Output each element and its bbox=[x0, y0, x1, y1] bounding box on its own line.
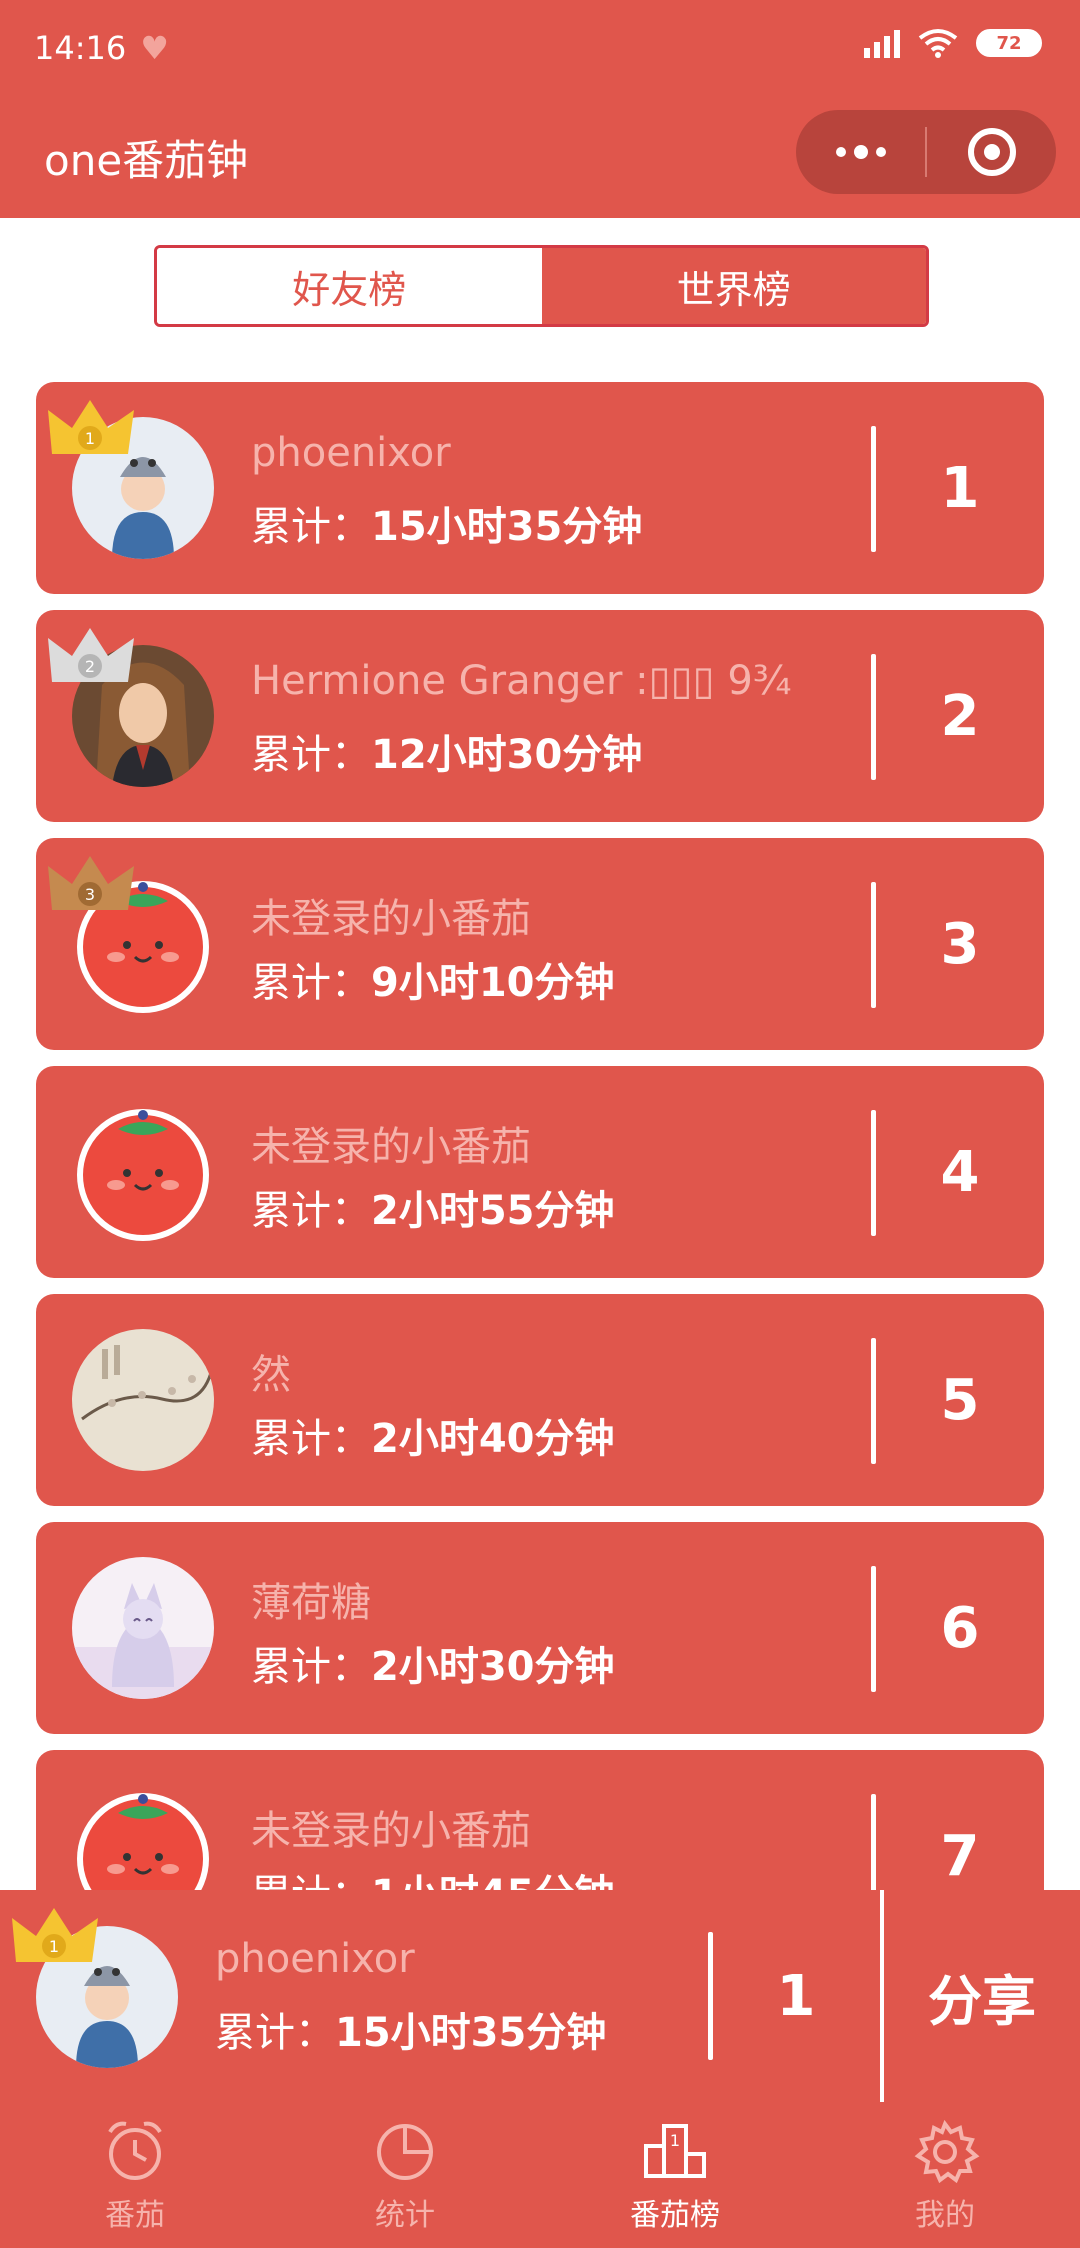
user-total: 累计：12小时30分钟 bbox=[251, 732, 643, 778]
target-icon bbox=[967, 128, 1016, 176]
more-button[interactable] bbox=[796, 110, 925, 194]
rank-number: 4 bbox=[940, 1139, 980, 1205]
user-total: 累计：1小时45分钟 bbox=[251, 1862, 615, 1890]
avatar bbox=[72, 1329, 214, 1471]
status-time: 14:16 bbox=[34, 29, 127, 67]
rank-number: 1 bbox=[940, 455, 980, 521]
tab-friends[interactable]: 好友榜 bbox=[157, 248, 542, 324]
svg-text:2: 2 bbox=[85, 657, 95, 676]
svg-text:1: 1 bbox=[49, 1937, 59, 1956]
user-name: 未登录的小番茄 bbox=[251, 1124, 531, 1170]
svg-text:3: 3 bbox=[85, 885, 95, 904]
share-button[interactable]: 分享 bbox=[884, 1890, 1080, 2102]
bottom-tab-bar: 番茄 统计 1 番茄榜 我的 bbox=[0, 2102, 1080, 2248]
list-item[interactable]: 1 phoenixor 累计：15小时35分钟 1 bbox=[36, 382, 1044, 594]
signal-icon bbox=[864, 28, 900, 58]
tab-world[interactable]: 世界榜 bbox=[541, 248, 926, 324]
tabbar-label: 番茄 bbox=[105, 2198, 165, 2233]
user-name: phoenixor bbox=[251, 430, 451, 476]
tabbar-label: 我的 bbox=[915, 2198, 975, 2233]
miniprogram-capsule bbox=[796, 110, 1056, 194]
close-button[interactable] bbox=[927, 110, 1056, 194]
status-bar: 14:16 ♥ 72 bbox=[0, 0, 1080, 96]
bronze-crown-icon: 3 bbox=[48, 856, 134, 910]
title-bar: one番茄钟 bbox=[0, 96, 1080, 218]
rank-number: 6 bbox=[940, 1595, 980, 1661]
user-total: 累计：2小时55分钟 bbox=[251, 1188, 615, 1234]
ranking-tabs: 好友榜 世界榜 bbox=[154, 245, 929, 327]
rank-number: 7 bbox=[940, 1823, 980, 1889]
user-name: 薄荷糖 bbox=[251, 1580, 371, 1626]
svg-text:1: 1 bbox=[670, 2131, 680, 2150]
list-item[interactable]: 然 累计：2小时40分钟 5 bbox=[36, 1294, 1044, 1506]
rank-number: 5 bbox=[940, 1367, 980, 1433]
avatar bbox=[72, 1557, 214, 1699]
gold-crown-icon: 1 bbox=[48, 400, 134, 454]
tabbar-item-tomato[interactable]: 番茄 bbox=[0, 2102, 270, 2248]
user-total: 累计：15小时35分钟 bbox=[251, 504, 643, 550]
my-name: phoenixor bbox=[215, 1936, 415, 1982]
svg-text:1: 1 bbox=[85, 429, 95, 448]
user-total: 累计：2小时30分钟 bbox=[251, 1644, 615, 1690]
tabbar-item-mine[interactable]: 我的 bbox=[810, 2102, 1080, 2248]
tabbar-item-stats[interactable]: 统计 bbox=[270, 2102, 540, 2248]
user-name: 然 bbox=[251, 1352, 291, 1398]
more-dots-icon bbox=[835, 145, 886, 159]
my-rank-number: 1 bbox=[776, 1963, 816, 2029]
pie-chart-icon bbox=[377, 2124, 433, 2180]
user-total: 累计：2小时40分钟 bbox=[251, 1416, 615, 1462]
user-name: Hermione Granger :▯▯▯ 9¾ bbox=[251, 658, 792, 704]
rank-number: 2 bbox=[940, 683, 980, 749]
list-item[interactable]: 薄荷糖 累计：2小时30分钟 6 bbox=[36, 1522, 1044, 1734]
tabbar-item-ranking[interactable]: 1 番茄榜 bbox=[540, 2102, 810, 2248]
avatar bbox=[72, 1101, 214, 1243]
wifi-icon bbox=[918, 29, 958, 58]
my-total: 累计：15小时35分钟 bbox=[215, 2010, 607, 2056]
gold-crown-icon: 1 bbox=[12, 1908, 98, 1962]
list-item[interactable]: 未登录的小番茄 累计：2小时55分钟 4 bbox=[36, 1066, 1044, 1278]
user-name: 未登录的小番茄 bbox=[251, 1808, 531, 1854]
tabbar-label: 统计 bbox=[375, 2198, 435, 2233]
rank-number: 3 bbox=[940, 911, 980, 977]
user-name: 未登录的小番茄 bbox=[251, 896, 531, 942]
user-total: 累计：9小时10分钟 bbox=[251, 960, 615, 1006]
page-title: one番茄钟 bbox=[44, 135, 249, 185]
my-rank-bar: 1 phoenixor 累计：15小时35分钟 1 分享 bbox=[0, 1890, 1080, 2102]
alarm-clock-icon bbox=[108, 2121, 162, 2180]
tabbar-label: 番茄榜 bbox=[630, 2198, 720, 2233]
list-item[interactable]: 未登录的小番茄 累计：1小时45分钟 7 bbox=[36, 1750, 1044, 1890]
avatar bbox=[72, 1785, 214, 1890]
list-item[interactable]: 2 Hermione Granger :▯▯▯ 9¾ 累计：12小时30分钟 2 bbox=[36, 610, 1044, 822]
podium-icon: 1 bbox=[644, 2124, 706, 2178]
battery-indicator: 72 bbox=[976, 29, 1042, 57]
heart-icon: ♥ bbox=[140, 29, 169, 67]
status-indicators: 72 bbox=[864, 28, 1042, 58]
silver-crown-icon: 2 bbox=[48, 628, 134, 682]
gear-icon bbox=[914, 2119, 980, 2184]
leaderboard-list[interactable]: 1 phoenixor 累计：15小时35分钟 1 2 Hermione Gra… bbox=[0, 382, 1080, 1890]
list-item[interactable]: 3 未登录的小番茄 累计：9小时10分钟 3 bbox=[36, 838, 1044, 1050]
